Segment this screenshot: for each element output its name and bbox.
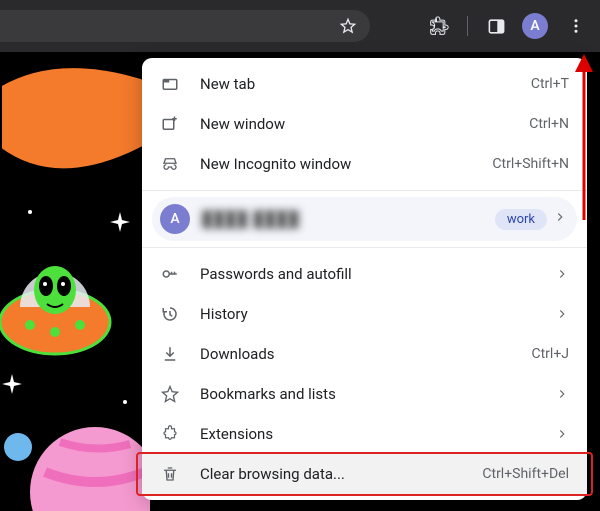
omnibox[interactable]: [0, 10, 370, 42]
menu-separator: [142, 190, 587, 191]
menu-item-passwords[interactable]: Passwords and autofill: [142, 254, 587, 294]
menu-item-label: Downloads: [200, 345, 531, 363]
menu-profile-row[interactable]: A ████ ████ work: [152, 197, 577, 241]
menu-item-label: Extensions: [200, 425, 539, 443]
menu-item-new-window[interactable]: New window Ctrl+N: [142, 104, 587, 144]
menu-item-shortcut: Ctrl+J: [531, 346, 569, 362]
browser-toolbar: A: [0, 0, 600, 52]
profile-avatar-small: A: [160, 204, 190, 234]
menu-item-history[interactable]: History: [142, 294, 587, 334]
menu-separator: [142, 247, 587, 248]
overflow-menu-button[interactable]: [562, 12, 590, 40]
star-bookmark-icon[interactable]: [336, 14, 360, 38]
menu-item-bookmarks[interactable]: Bookmarks and lists: [142, 374, 587, 414]
incognito-icon: [160, 154, 180, 174]
menu-item-shortcut: Ctrl+Shift+N: [492, 156, 569, 172]
overflow-menu: New tab Ctrl+T New window Ctrl+N New Inc…: [142, 58, 587, 500]
new-tab-icon: [160, 74, 180, 94]
avatar-letter: A: [170, 211, 179, 227]
profile-badge: work: [495, 209, 547, 230]
menu-item-label: Clear browsing data...: [200, 465, 482, 483]
menu-item-label: New window: [200, 115, 529, 133]
menu-item-label: Bookmarks and lists: [200, 385, 539, 403]
menu-item-shortcut: Ctrl+Shift+Del: [482, 466, 569, 482]
menu-item-label: New Incognito window: [200, 155, 492, 173]
history-icon: [160, 304, 180, 324]
menu-item-label: New tab: [200, 75, 531, 93]
extensions-puzzle-icon: [160, 424, 180, 444]
download-icon: [160, 344, 180, 364]
menu-item-new-tab[interactable]: New tab Ctrl+T: [142, 64, 587, 104]
menu-item-label: Passwords and autofill: [200, 265, 539, 283]
menu-item-shortcut: Ctrl+N: [529, 116, 569, 132]
chevron-right-icon: [551, 427, 569, 441]
chevron-right-icon: [551, 267, 569, 281]
avatar-letter: A: [530, 18, 539, 34]
menu-item-downloads[interactable]: Downloads Ctrl+J: [142, 334, 587, 374]
toolbar-divider: [467, 16, 468, 36]
menu-item-clear-browsing-data[interactable]: Clear browsing data... Ctrl+Shift+Del: [142, 454, 587, 494]
sidepanel-icon[interactable]: [484, 14, 508, 38]
trash-icon: [160, 464, 180, 484]
chevron-right-icon: [551, 307, 569, 321]
menu-item-incognito[interactable]: New Incognito window Ctrl+Shift+N: [142, 144, 587, 184]
menu-item-shortcut: Ctrl+T: [531, 76, 569, 92]
extensions-icon[interactable]: [427, 14, 451, 38]
chevron-right-icon: [551, 387, 569, 401]
profile-name-blurred: ████ ████: [202, 210, 495, 228]
chevron-right-icon: [553, 210, 567, 228]
menu-item-label: History: [200, 305, 539, 323]
profile-avatar[interactable]: A: [522, 13, 548, 39]
star-icon: [160, 384, 180, 404]
menu-item-extensions[interactable]: Extensions: [142, 414, 587, 454]
new-window-icon: [160, 114, 180, 134]
key-icon: [160, 264, 180, 284]
